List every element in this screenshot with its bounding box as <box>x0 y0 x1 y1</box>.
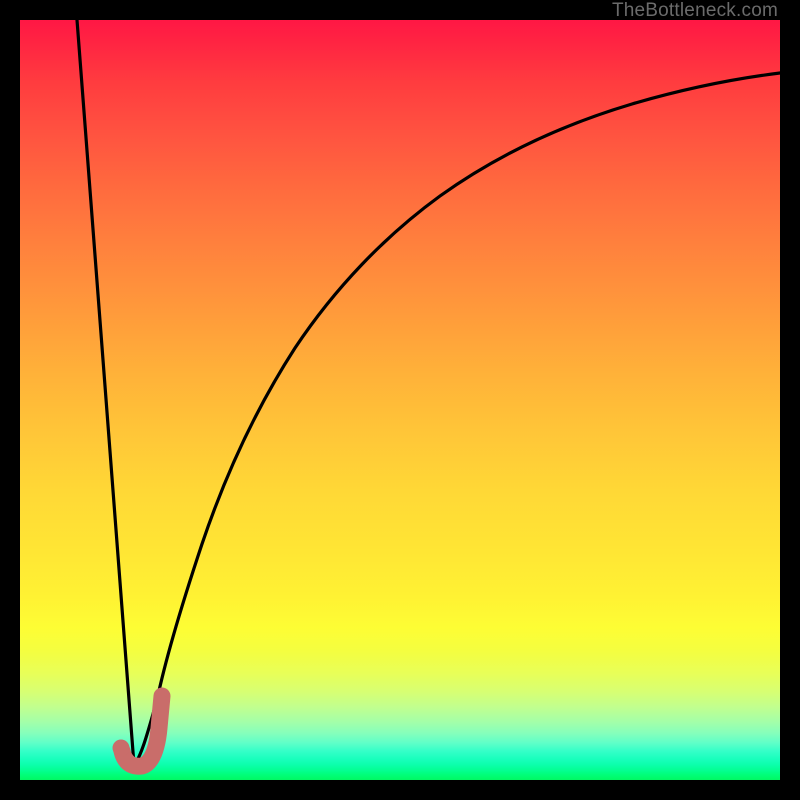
curve-right-branch <box>134 73 780 765</box>
curve-left-branch <box>77 20 134 765</box>
chart-svg <box>20 20 780 780</box>
watermark-text: TheBottleneck.com <box>612 0 778 22</box>
chart-stage: TheBottleneck.com <box>0 0 800 800</box>
plot-area <box>20 20 780 780</box>
j-dip-marker-dot <box>113 740 130 757</box>
